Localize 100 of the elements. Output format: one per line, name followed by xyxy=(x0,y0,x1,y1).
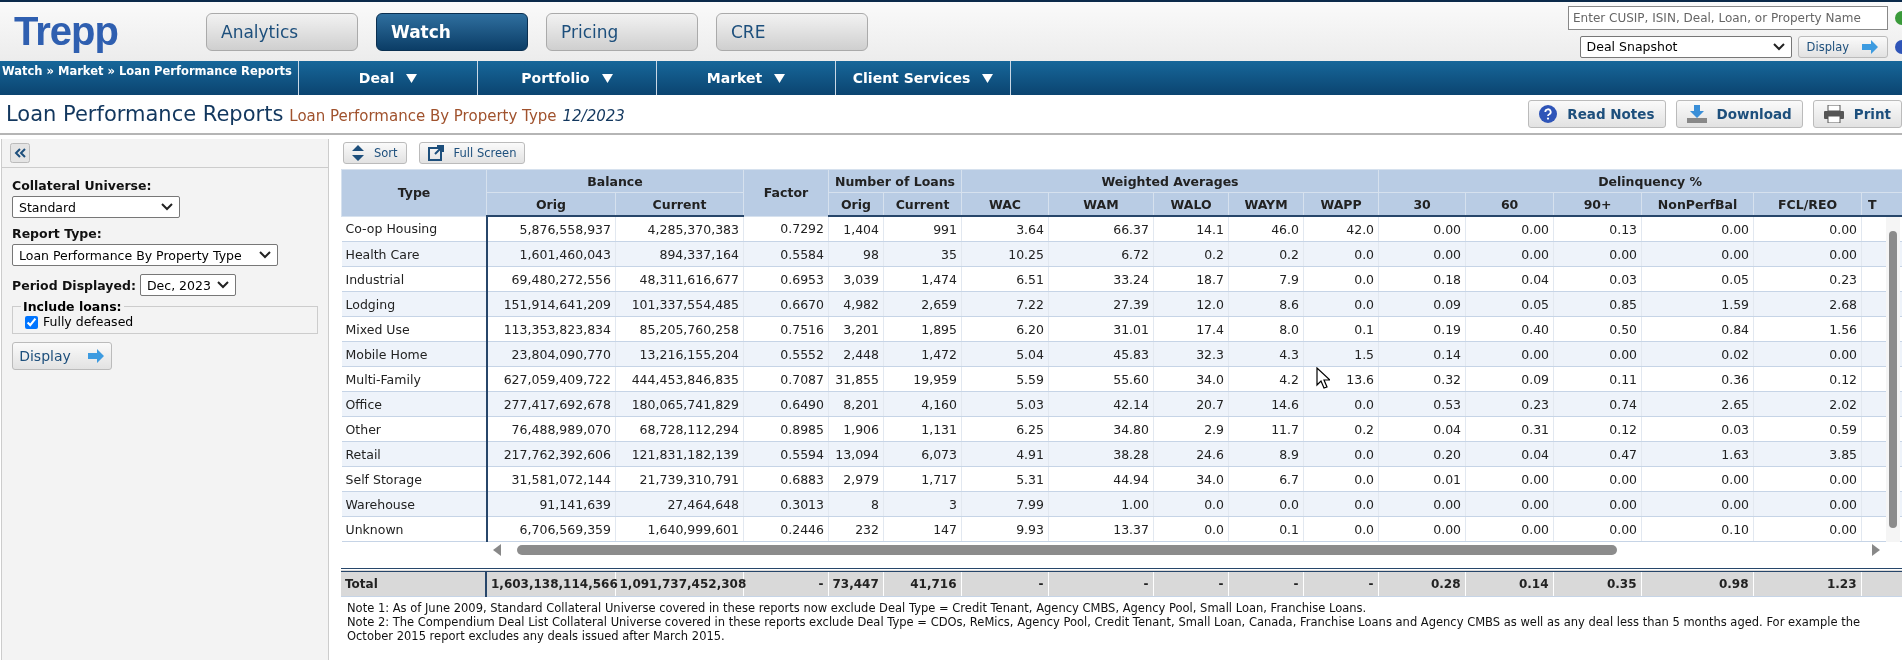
display-button[interactable]: Display xyxy=(12,342,112,370)
row-label: Mobile Home xyxy=(341,341,487,367)
report-period: 12/2023 xyxy=(562,107,625,125)
arrow-icon xyxy=(86,349,105,363)
table-cell: 0.5584 xyxy=(743,241,829,267)
vertical-scrollbar[interactable] xyxy=(1886,217,1900,542)
table-cell: 14.1 xyxy=(1153,216,1229,242)
table-cell: 0.59 xyxy=(1753,416,1862,442)
nav-menu[interactable]: Client Services xyxy=(835,61,1011,95)
table-cell: 3.64 xyxy=(961,216,1049,242)
table-cell: 23,804,090,770 xyxy=(486,341,616,367)
table-cell: 0.31 xyxy=(1465,416,1554,442)
table-cell: 46.0 xyxy=(1228,216,1304,242)
field-label: Report Type: xyxy=(12,226,103,241)
table-cell: 0.2446 xyxy=(743,516,829,542)
chevron-icon xyxy=(259,251,271,259)
table-cell: 4,285,370,383 xyxy=(615,216,744,242)
table-cell: 1,472 xyxy=(883,341,962,367)
logo[interactable]: Trepp xyxy=(14,9,194,54)
table-cell: 1.56 xyxy=(1753,316,1862,342)
table-cell: 0.00 xyxy=(1465,516,1554,542)
module-tab[interactable]: Watch xyxy=(376,12,528,51)
table-cell: 1,603,138,114,566 xyxy=(486,570,615,597)
table-cell: 0.00 xyxy=(1465,466,1554,492)
module-tab[interactable]: CRE xyxy=(716,12,868,51)
table-cell: 5.04 xyxy=(961,341,1049,367)
table-cell: 1,895 xyxy=(883,316,962,342)
table-cell: 6.51 xyxy=(961,266,1049,292)
table-cell: 42.14 xyxy=(1048,391,1154,417)
module-tab[interactable]: Pricing xyxy=(546,12,698,51)
table-cell: 76,488,989,070 xyxy=(486,416,616,442)
table-cell: 0.0 xyxy=(1303,516,1379,542)
view-select[interactable]: Deal Snapshot xyxy=(1579,35,1792,58)
table-cell: 5.31 xyxy=(961,466,1049,492)
row-label: Health Care xyxy=(341,241,487,267)
go-icon xyxy=(1894,9,1902,26)
table-cell: 232 xyxy=(828,516,884,542)
table-cell: 31,581,072,144 xyxy=(486,466,616,492)
breadcrumb: Watch » Market » Loan Performance Reports xyxy=(1,63,293,80)
table-cell: 35 xyxy=(883,241,962,267)
table-cell: 1,474 xyxy=(883,266,962,292)
table-cell: 0.7516 xyxy=(743,316,829,342)
nav-menu[interactable]: Deal xyxy=(298,61,477,95)
help-icon xyxy=(1894,38,1902,55)
row-label: Retail xyxy=(341,441,487,467)
table-cell: 9.93 xyxy=(961,516,1049,542)
table-cell: 0.6953 xyxy=(743,266,829,292)
toolbar-button[interactable]: Full Screen xyxy=(418,142,526,164)
select-field[interactable]: Dec, 2023 xyxy=(139,274,236,296)
checkbox[interactable] xyxy=(25,316,38,329)
action-button[interactable]: Print xyxy=(1812,100,1902,128)
select-field[interactable]: Standard xyxy=(12,196,180,218)
nav-menu[interactable]: Market xyxy=(656,61,835,95)
display-button[interactable]: Display xyxy=(1797,35,1888,58)
nav-menu[interactable]: Portfolio xyxy=(477,61,656,95)
column-header: Orig xyxy=(486,192,616,216)
table-cell: 31,855 xyxy=(828,366,884,392)
table-cell: 0.05 xyxy=(1641,266,1754,292)
table-cell: 6,073 xyxy=(883,441,962,467)
table-cell: 34.80 xyxy=(1048,416,1154,442)
row-label: Total xyxy=(341,570,486,597)
checkbox-label: Fully defeased xyxy=(43,314,134,329)
table-cell: 0.1 xyxy=(1228,516,1304,542)
table-cell: 0.14 xyxy=(1465,570,1553,597)
table-cell: 0.19 xyxy=(1378,316,1466,342)
column-group-header: Delinquency % xyxy=(1378,169,1902,193)
field-label: Collateral Universe: xyxy=(12,178,153,193)
table-cell: 3.85 xyxy=(1753,441,1862,467)
table-cell: 147 xyxy=(883,516,962,542)
table-cell: 10.25 xyxy=(961,241,1049,267)
table-cell: 55.60 xyxy=(1048,366,1154,392)
table-cell: 0.3013 xyxy=(743,491,829,517)
table-cell: 6.72 xyxy=(1048,241,1154,267)
field-label: Period Displayed: xyxy=(12,277,136,293)
toolbar-button[interactable]: Sort xyxy=(343,142,407,164)
table-cell: - xyxy=(1303,570,1378,597)
table-cell: 45.83 xyxy=(1048,341,1154,367)
table-cell: 13,216,155,204 xyxy=(615,341,744,367)
table-cell: 0.04 xyxy=(1465,266,1554,292)
table-cell: 0.04 xyxy=(1465,441,1554,467)
table-cell: 6.25 xyxy=(961,416,1049,442)
scroll-left-icon xyxy=(493,544,501,556)
table-cell: 38.28 xyxy=(1048,441,1154,467)
table-cell: 0.00 xyxy=(1753,516,1862,542)
table-cell: 0.00 xyxy=(1641,491,1754,517)
table-cell: 0.02 xyxy=(1641,341,1754,367)
action-button[interactable]: Download xyxy=(1675,100,1803,128)
sort-icon xyxy=(352,145,364,161)
select-field[interactable]: Loan Performance By Property Type xyxy=(12,244,278,266)
page-title: Loan Performance Reports xyxy=(6,102,284,126)
search-field[interactable]: Enter CUSIP, ISIN, Deal, Loan, or Property Name xyxy=(1568,5,1888,30)
table-cell: 0.05 xyxy=(1465,291,1554,317)
table-cell: 0.00 xyxy=(1641,216,1754,242)
action-button[interactable]: Read Notes xyxy=(1528,100,1666,128)
table-cell: 6.20 xyxy=(961,316,1049,342)
table-cell: 0.00 xyxy=(1553,341,1642,367)
table-cell: 0.28 xyxy=(1378,570,1465,597)
table-cell: 2.9 xyxy=(1153,416,1229,442)
module-tab[interactable]: Analytics xyxy=(206,12,358,51)
table-cell: 0.00 xyxy=(1753,491,1862,517)
